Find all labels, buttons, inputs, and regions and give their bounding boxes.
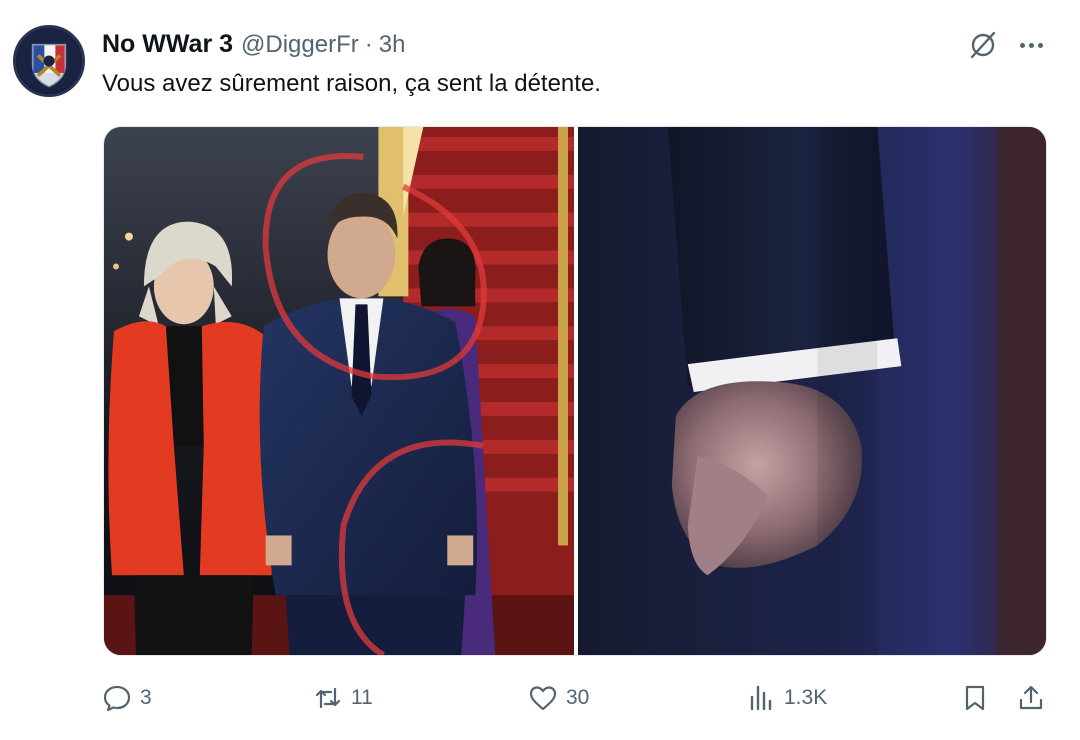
tweet-text: Vous avez sûrement raison, ça sent la dé… <box>102 70 601 97</box>
photo-right-image <box>578 127 1046 655</box>
bookmark-button[interactable] <box>960 678 990 718</box>
grok-icon <box>970 31 996 59</box>
tweet-actions: 3 11 30 1.3K <box>100 678 1050 718</box>
views-count: 1.3K <box>784 686 828 709</box>
reply-count: 3 <box>140 686 152 709</box>
share-icon <box>1019 685 1043 710</box>
more-icon <box>1019 42 1025 48</box>
header-separator: · <box>364 31 373 58</box>
like-count: 30 <box>566 686 590 709</box>
more-button[interactable] <box>1014 28 1048 62</box>
grok-button[interactable] <box>966 28 1000 62</box>
views-icon <box>750 685 772 711</box>
author-handle[interactable]: @DiggerFr <box>241 31 359 59</box>
repost-button[interactable]: 11 <box>313 678 373 718</box>
photo-right[interactable] <box>578 127 1046 655</box>
bookmark-icon <box>965 685 985 711</box>
photo-left[interactable] <box>104 127 574 655</box>
reply-button[interactable]: 3 <box>102 678 152 718</box>
shield-avatar-icon <box>17 29 81 93</box>
tweet-header: No WWar 3 @DiggerFr · 3h <box>102 30 405 60</box>
views-button[interactable]: 1.3K <box>746 678 827 718</box>
repost-icon <box>315 687 341 709</box>
tweet-timestamp[interactable]: 3h <box>379 31 406 59</box>
media-grid <box>103 126 1047 656</box>
like-icon <box>529 686 557 711</box>
photo-left-image <box>104 127 574 655</box>
reply-icon <box>103 685 131 712</box>
author-display-name[interactable]: No WWar 3 <box>102 30 233 59</box>
repost-count: 11 <box>351 686 373 709</box>
author-avatar[interactable] <box>13 25 85 97</box>
share-button[interactable] <box>1016 678 1046 718</box>
like-button[interactable]: 30 <box>528 678 589 718</box>
